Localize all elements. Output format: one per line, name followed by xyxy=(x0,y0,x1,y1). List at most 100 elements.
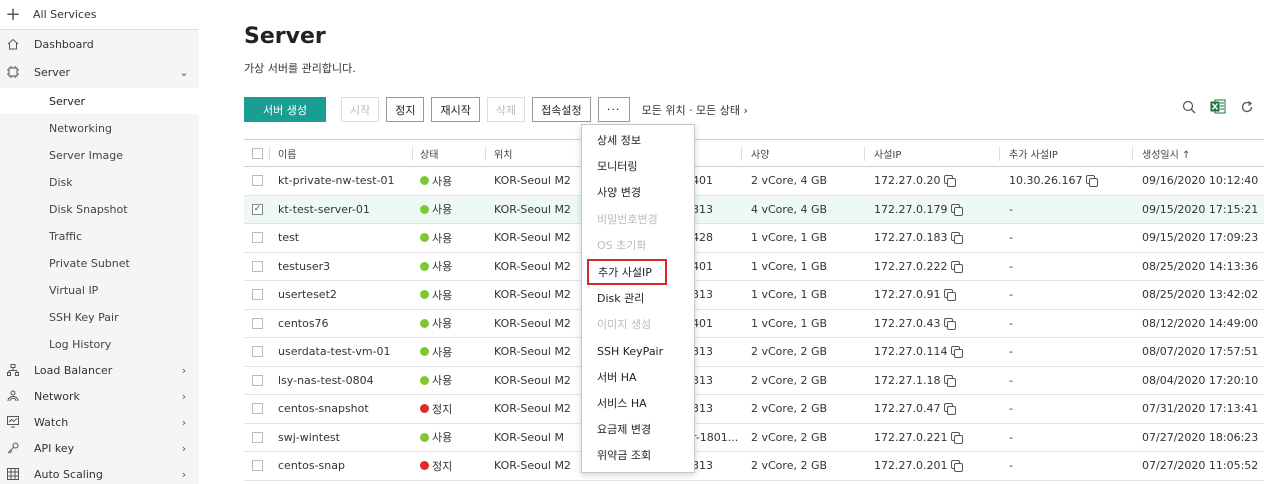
menu-item-change-password[interactable]: 비밀번호변경 xyxy=(582,206,694,232)
copy-icon[interactable] xyxy=(951,203,964,216)
menu-item-change-plan[interactable]: 요금제 변경 xyxy=(582,416,694,442)
checkbox[interactable]: ✓ xyxy=(252,203,263,215)
copy-icon[interactable] xyxy=(944,403,957,416)
sidebar-subitem-virtual-ip[interactable]: Virtual IP xyxy=(0,277,199,303)
checkbox[interactable] xyxy=(252,147,263,159)
header-private-ip[interactable]: 사설IP xyxy=(874,140,901,166)
menu-item-disk-management[interactable]: Disk 관리 xyxy=(582,285,694,311)
checkbox[interactable] xyxy=(252,317,263,329)
table-row[interactable]: kt-private-nw-test-01 사용 KOR-Seoul M2 401 2 … xyxy=(244,167,1264,196)
header-status[interactable]: 상태 xyxy=(420,140,438,166)
row-checkbox-cell[interactable] xyxy=(252,281,263,309)
server-name[interactable]: centos-snap xyxy=(278,452,345,480)
menu-item-os-reset[interactable]: OS 초기화 xyxy=(582,232,694,258)
copy-icon[interactable] xyxy=(944,317,957,330)
checkbox[interactable] xyxy=(252,232,263,244)
row-checkbox-cell[interactable] xyxy=(252,253,263,281)
row-checkbox-cell[interactable] xyxy=(252,338,263,366)
checkbox[interactable] xyxy=(252,346,263,358)
table-row[interactable]: swj-wintest 사용 KOR-Seoul M r-1801... 2 vCore… xyxy=(244,424,1264,452)
copy-icon[interactable] xyxy=(951,260,964,273)
checkbox[interactable] xyxy=(252,460,263,472)
row-checkbox-cell[interactable] xyxy=(252,424,263,452)
row-checkbox-cell[interactable] xyxy=(252,224,263,252)
server-name[interactable]: centos-snapshot xyxy=(278,395,369,423)
menu-item-ssh-keypair[interactable]: SSH KeyPair xyxy=(582,338,694,364)
sidebar-item-network[interactable]: Network › xyxy=(0,383,199,409)
sidebar-item-dashboard[interactable]: Dashboard xyxy=(0,31,199,57)
stop-button[interactable]: 정지 xyxy=(386,97,425,122)
row-checkbox-cell[interactable] xyxy=(252,310,263,338)
delete-button[interactable]: 삭제 xyxy=(486,97,526,122)
header-location[interactable]: 위치 xyxy=(494,140,512,166)
copy-icon[interactable] xyxy=(944,289,957,302)
server-name[interactable]: userdata-test-vm-01 xyxy=(278,338,391,366)
select-all-checkbox[interactable] xyxy=(252,140,263,166)
table-row[interactable]: lsy-nas-test-0804 사용 KOR-Seoul M2 313 2 vCor… xyxy=(244,367,1264,395)
row-checkbox-cell[interactable] xyxy=(252,452,263,480)
search-icon[interactable] xyxy=(1182,100,1196,114)
sidebar-subitem-server[interactable]: Server xyxy=(0,88,199,114)
sidebar-item-load-balancer[interactable]: Load Balancer › xyxy=(0,357,199,383)
server-name[interactable]: swj-wintest xyxy=(278,424,340,452)
table-row[interactable]: centos76 사용 KOR-Seoul M2 401 1 vCore, 1 GB 17… xyxy=(244,310,1264,338)
copy-icon[interactable] xyxy=(944,175,957,188)
table-row[interactable]: userteset2 사용 KOR-Seoul M2 313 1 vCore, 1 GB… xyxy=(244,281,1264,310)
checkbox[interactable] xyxy=(252,431,263,443)
row-checkbox-cell[interactable] xyxy=(252,167,263,195)
row-checkbox-cell[interactable] xyxy=(252,395,263,423)
table-row[interactable]: userdata-test-vm-01 사용 KOR-Seoul M2 313 2 vC… xyxy=(244,338,1264,367)
table-row[interactable]: testuser3 사용 KOR-Seoul M2 401 1 vCore, 1 GB 1… xyxy=(244,253,1264,281)
sidebar-subitem-private-subnet[interactable]: Private Subnet xyxy=(0,250,199,276)
connect-settings-button[interactable]: 접속설정 xyxy=(532,97,591,122)
refresh-icon[interactable] xyxy=(1240,100,1254,114)
create-server-button[interactable]: 서버 생성 xyxy=(244,97,326,122)
sidebar-subitem-disk-snapshot[interactable]: Disk Snapshot xyxy=(0,196,199,222)
server-name[interactable]: testuser3 xyxy=(278,253,330,281)
location-status-filter[interactable]: 모든 위치 · 모든 상태 › xyxy=(642,102,748,118)
server-name[interactable]: userteset2 xyxy=(278,281,337,309)
menu-item-details[interactable]: 상세 정보 xyxy=(582,127,694,153)
sidebar-item-auto-scaling[interactable]: Auto Scaling › xyxy=(0,461,199,484)
start-button[interactable]: 시작 xyxy=(340,97,380,122)
sidebar-subitem-server-image[interactable]: Server Image xyxy=(0,142,199,168)
checkbox[interactable] xyxy=(252,289,263,301)
menu-item-monitoring[interactable]: 모니터링 xyxy=(582,153,694,179)
table-row[interactable]: centos-snap 정지 KOR-Seoul M2 313 2 vCore, 2 G… xyxy=(244,452,1264,481)
sidebar-subitem-log-history[interactable]: Log History xyxy=(0,331,199,357)
copy-icon[interactable] xyxy=(951,431,964,444)
sidebar-subitem-disk[interactable]: Disk xyxy=(0,169,199,195)
checkbox[interactable] xyxy=(252,403,263,415)
checkbox[interactable] xyxy=(252,175,263,187)
menu-item-change-spec[interactable]: 사양 변경 xyxy=(582,179,694,205)
server-name[interactable]: centos76 xyxy=(278,310,329,338)
sidebar-subitem-networking[interactable]: Networking xyxy=(0,115,199,141)
server-name[interactable]: kt-test-server-01 xyxy=(278,196,370,224)
header-created[interactable]: 생성일시 ↑ xyxy=(1142,140,1190,166)
server-name[interactable]: kt-private-nw-test-01 xyxy=(278,167,395,195)
row-checkbox-cell[interactable]: ✓ xyxy=(252,196,263,224)
server-name[interactable]: lsy-nas-test-0804 xyxy=(278,367,374,395)
sidebar-item-api-key[interactable]: API key › xyxy=(0,435,199,461)
copy-icon[interactable] xyxy=(951,232,964,245)
copy-icon[interactable] xyxy=(951,460,964,473)
server-name[interactable]: test xyxy=(278,224,299,252)
table-row[interactable]: test 사용 KOR-Seoul M2 428 1 vCore, 1 GB 172.27… xyxy=(244,224,1264,253)
restart-button[interactable]: 재시작 xyxy=(431,97,480,122)
copy-icon[interactable] xyxy=(944,374,957,387)
sidebar-item-watch[interactable]: Watch › xyxy=(0,409,199,435)
excel-export-icon[interactable] xyxy=(1210,99,1226,114)
menu-item-server-ha[interactable]: 서버 HA xyxy=(582,364,694,390)
more-actions-button[interactable]: ··· xyxy=(597,97,630,122)
menu-item-additional-private-ip[interactable]: 추가 사설IP xyxy=(587,259,667,285)
sidebar-subitem-ssh-key-pair[interactable]: SSH Key Pair xyxy=(0,304,199,330)
all-services-item[interactable]: + All Services xyxy=(0,0,199,30)
sidebar-item-server[interactable]: Server ⌄ xyxy=(0,59,199,85)
sidebar-subitem-traffic[interactable]: Traffic xyxy=(0,223,199,249)
copy-icon[interactable] xyxy=(951,346,964,359)
header-extra-private-ip[interactable]: 추가 사설IP xyxy=(1009,140,1058,166)
table-row[interactable]: centos-snapshot 정지 KOR-Seoul M2 313 2 vCore,… xyxy=(244,395,1264,424)
menu-item-create-image[interactable]: 이미지 생성 xyxy=(582,311,694,337)
copy-icon[interactable] xyxy=(1086,175,1099,188)
menu-item-service-ha[interactable]: 서비스 HA xyxy=(582,390,694,416)
